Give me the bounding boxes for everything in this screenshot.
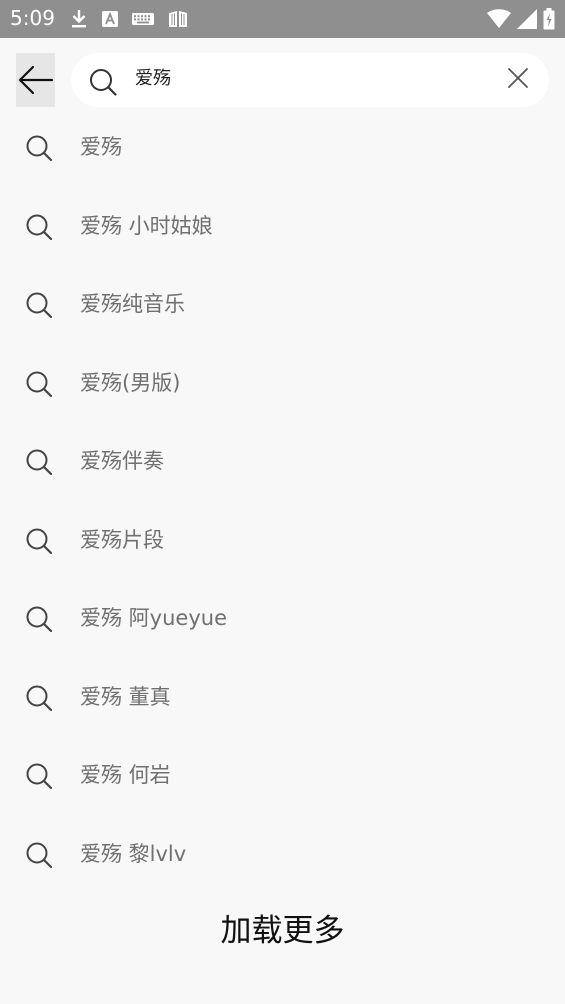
back-button[interactable] [16, 53, 55, 107]
suggestion-label: 爱殇 黎lvlv [80, 841, 187, 866]
suggestion-item[interactable]: 爱殇 董真 [0, 658, 565, 737]
keyboard-icon [132, 12, 154, 26]
suggestion-item[interactable]: 爱殇 [0, 108, 565, 187]
suggestion-label: 爱殇纯音乐 [80, 292, 185, 316]
search-icon [88, 67, 118, 101]
suggestion-item[interactable]: 爱殇 何岩 [0, 736, 565, 815]
suggestion-list: 爱殇 爱殇 小时姑娘 爱殇纯音乐 爱殇(男版) 爱殇伴奏 爱殇片段 爱殇 阿yu… [0, 108, 565, 893]
status-notification-icons [70, 8, 188, 30]
suggestion-label: 爱殇伴奏 [80, 449, 164, 473]
suggestion-label: 爱殇片段 [80, 527, 164, 552]
close-icon [507, 67, 529, 93]
search-icon [25, 527, 53, 559]
status-system-icons [487, 8, 555, 30]
clear-search-button[interactable] [505, 67, 531, 93]
book-icon [168, 10, 188, 28]
search-icon [25, 213, 53, 245]
download-icon [70, 9, 88, 29]
search-icon [25, 448, 53, 480]
suggestion-label: 爱殇 董真 [80, 684, 171, 709]
back-arrow-icon [18, 65, 54, 95]
suggestion-label: 爱殇 小时姑娘 [80, 213, 213, 238]
search-box[interactable]: 爱殇 [71, 53, 549, 107]
search-icon [25, 762, 53, 794]
signal-icon [517, 9, 537, 29]
load-more-button[interactable]: 加载更多 [0, 906, 565, 956]
suggestion-item[interactable]: 爱殇 黎lvlv [0, 815, 565, 894]
search-icon [25, 370, 53, 402]
search-icon [25, 841, 53, 873]
suggestion-label: 爱殇 [80, 135, 122, 159]
battery-icon [543, 8, 555, 30]
search-input[interactable]: 爱殇 [135, 63, 171, 95]
suggestion-item[interactable]: 爱殇纯音乐 [0, 265, 565, 344]
search-icon [25, 684, 53, 716]
suggestion-label: 爱殇(男版) [80, 370, 181, 395]
suggestion-item[interactable]: 爱殇片段 [0, 501, 565, 580]
suggestion-item[interactable]: 爱殇 小时姑娘 [0, 187, 565, 266]
status-time: 5:09 [10, 6, 55, 30]
status-bar: 5:09 [0, 0, 565, 38]
suggestion-label: 爱殇 阿yueyue [80, 606, 227, 630]
suggestion-item[interactable]: 爱殇 阿yueyue [0, 579, 565, 658]
suggestion-item[interactable]: 爱殇(男版) [0, 344, 565, 423]
wifi-icon [487, 9, 511, 29]
search-icon [25, 605, 53, 637]
suggestion-label: 爱殇 何岩 [80, 763, 171, 787]
search-icon [25, 291, 53, 323]
suggestion-item[interactable]: 爱殇伴奏 [0, 422, 565, 501]
a-badge-icon [102, 11, 118, 27]
search-icon [25, 134, 53, 166]
